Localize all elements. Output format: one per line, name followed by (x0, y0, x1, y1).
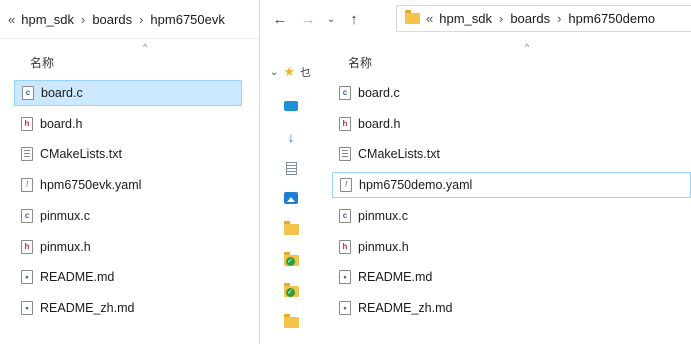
breadcrumb-chevron-icon[interactable]: › (499, 11, 503, 26)
nav-item-documents[interactable] (260, 154, 322, 182)
nav-item-folder[interactable] (260, 308, 322, 336)
file-name: board.h (40, 116, 83, 131)
file-name: board.c (358, 86, 400, 100)
breadcrumb-item-hpm6750demo[interactable]: hpm6750demo (568, 11, 655, 26)
md-file-icon: • (20, 300, 34, 315)
file-name: hpm6750demo.yaml (359, 178, 473, 193)
nav-item-downloads[interactable]: ↓ (260, 123, 322, 151)
nav-item-pictures[interactable] (260, 184, 322, 212)
breadcrumb-chevron-icon[interactable]: › (557, 11, 561, 26)
file-row[interactable]: c pinmux.c (14, 203, 248, 229)
folder-icon (405, 10, 420, 24)
file-name: CMakeLists.txt (40, 147, 122, 162)
folder-icon (283, 220, 299, 235)
file-row[interactable]: • README_zh.md (332, 295, 691, 321)
synced-folder-icon (283, 251, 299, 266)
desktop-icon (284, 101, 298, 111)
breadcrumb-overflow-button[interactable]: « (426, 11, 433, 26)
c-file-icon: c (338, 208, 352, 223)
back-arrow-icon[interactable]: ← (266, 11, 294, 28)
quick-access-item[interactable]: ⌄ ★ 乜 (270, 64, 311, 80)
quick-access-label: 乜 (300, 67, 312, 79)
file-name: hpm6750evk.yaml (40, 178, 142, 193)
nav-item-synced-folder[interactable] (260, 277, 322, 305)
md-file-icon: • (338, 300, 352, 315)
left-explorer-window: « hpm_sdk › boards › hpm6750evk ^ 名称 c bo… (0, 0, 259, 344)
file-name: pinmux.c (358, 208, 409, 223)
file-row[interactable]: ! hpm6750evk.yaml (14, 172, 248, 198)
breadcrumb-item-boards[interactable]: boards (92, 12, 132, 27)
file-row[interactable]: • README_zh.md (14, 295, 248, 321)
file-name: README_zh.md (40, 300, 135, 315)
txt-file-icon (20, 147, 34, 162)
h-file-icon: h (338, 116, 352, 131)
right-explorer-window: ← → ⌄ ↑ « hpm_sdk › boards › hpm6750demo… (260, 0, 691, 344)
star-icon: ★ (283, 64, 296, 79)
file-name: README.md (40, 270, 115, 285)
h-file-icon: h (20, 239, 34, 254)
breadcrumb-item-hpm-sdk[interactable]: hpm_sdk (21, 12, 74, 27)
breadcrumb-item-hpm6750evk[interactable]: hpm6750evk (150, 12, 224, 27)
column-header-name[interactable]: 名称 (348, 54, 372, 71)
nav-item-folder[interactable] (260, 215, 322, 243)
file-row[interactable]: • README.md (14, 264, 248, 290)
c-file-icon: c (338, 86, 352, 100)
file-row[interactable]: CMakeLists.txt (14, 141, 248, 167)
recent-locations-chevron-icon[interactable]: ⌄ (322, 14, 340, 25)
file-row[interactable]: • README.md (332, 264, 691, 290)
txt-file-icon (338, 147, 352, 162)
document-icon (285, 161, 297, 175)
file-name: CMakeLists.txt (358, 147, 440, 162)
file-name: board.c (41, 86, 83, 100)
file-name: README_zh.md (358, 300, 453, 315)
sort-ascending-icon: ^ (143, 42, 148, 52)
c-file-icon: c (21, 86, 35, 100)
file-name: pinmux.c (40, 208, 91, 223)
file-row[interactable]: CMakeLists.txt (332, 141, 691, 167)
file-row[interactable]: h pinmux.h (332, 234, 691, 260)
left-breadcrumb: « hpm_sdk › boards › hpm6750evk (0, 12, 225, 27)
yaml-file-icon: ! (339, 178, 353, 193)
navigation-pane: ⌄ ★ 乜 ↓ (260, 38, 322, 344)
left-address-bar[interactable]: « hpm_sdk › boards › hpm6750evk (0, 0, 259, 39)
file-row[interactable]: c board.c (14, 80, 242, 106)
h-file-icon: h (20, 116, 34, 131)
c-file-icon: c (20, 208, 34, 223)
file-name: pinmux.h (40, 239, 91, 254)
breadcrumb-overflow-button[interactable]: « (8, 12, 15, 27)
yaml-file-icon: ! (20, 178, 34, 193)
forward-arrow-icon[interactable]: → (294, 11, 322, 28)
breadcrumb-item-hpm-sdk[interactable]: hpm_sdk (439, 11, 492, 26)
h-file-icon: h (338, 239, 352, 254)
nav-item-desktop[interactable] (260, 92, 322, 120)
up-arrow-icon[interactable]: ↑ (340, 11, 368, 28)
md-file-icon: • (338, 270, 352, 285)
file-name: pinmux.h (358, 239, 409, 254)
file-row[interactable]: c board.c (332, 80, 691, 106)
file-name: board.h (358, 116, 401, 131)
file-name: README.md (358, 270, 433, 285)
file-row[interactable]: ! hpm6750demo.yaml (332, 172, 691, 199)
file-row[interactable]: h board.h (14, 111, 248, 137)
file-row[interactable]: c pinmux.c (332, 203, 691, 229)
md-file-icon: • (20, 270, 34, 285)
picture-icon (284, 192, 298, 204)
sort-ascending-icon: ^ (525, 42, 530, 52)
right-breadcrumb: « hpm_sdk › boards › hpm6750demo (426, 11, 655, 26)
folder-icon (283, 313, 299, 328)
nav-item-synced-folder[interactable] (260, 246, 322, 274)
breadcrumb-chevron-icon[interactable]: › (81, 12, 85, 27)
breadcrumb-item-boards[interactable]: boards (510, 11, 550, 26)
right-address-bar[interactable]: « hpm_sdk › boards › hpm6750demo (396, 5, 691, 32)
file-row[interactable]: h pinmux.h (14, 234, 248, 260)
synced-folder-icon (283, 282, 299, 297)
file-row[interactable]: h board.h (332, 111, 691, 137)
breadcrumb-chevron-icon[interactable]: › (139, 12, 143, 27)
column-header-name[interactable]: 名称 (30, 54, 54, 71)
expand-chevron-icon[interactable]: ⌄ (270, 67, 278, 78)
download-icon: ↓ (287, 129, 295, 145)
